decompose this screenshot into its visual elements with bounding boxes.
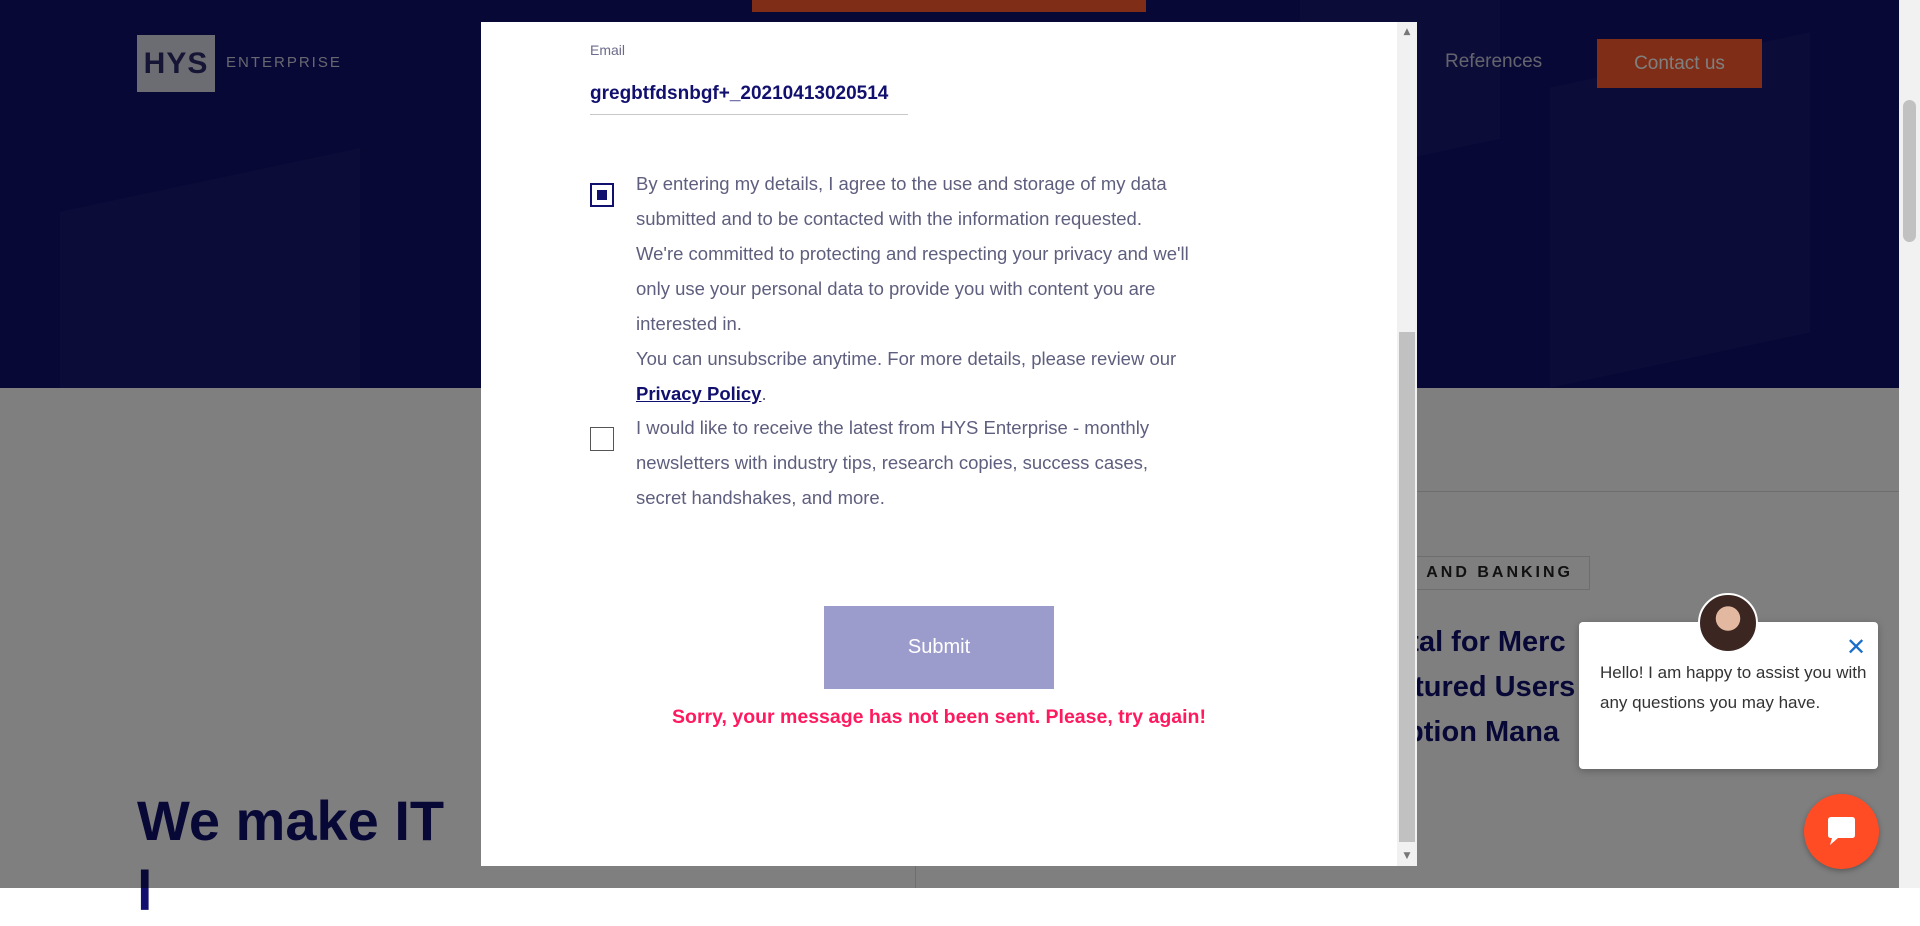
- consent-line: interested in.: [636, 313, 742, 334]
- agent-avatar: [1698, 593, 1758, 653]
- close-icon[interactable]: ✕: [1845, 635, 1867, 659]
- privacy-policy-link[interactable]: Privacy Policy: [636, 383, 761, 404]
- submit-button[interactable]: Submit: [824, 606, 1054, 689]
- consent-line: only use your personal data to provide y…: [636, 278, 1156, 299]
- privacy-line: Privacy Policy.: [636, 376, 1276, 411]
- email-label: Email: [590, 42, 626, 58]
- newsletter-line: I would like to receive the latest from …: [636, 417, 1150, 438]
- modal-scrollbar-thumb[interactable]: [1399, 332, 1415, 842]
- chat-bubble-icon: [1828, 817, 1855, 845]
- newsletter-text: I would like to receive the latest from …: [636, 410, 1276, 515]
- email-field[interactable]: [590, 74, 908, 115]
- newsletter-line: secret handshakes, and more.: [636, 487, 885, 508]
- checkbox-checked-icon: [597, 190, 607, 200]
- contact-form-modal: Email By entering my details, I agree to…: [481, 22, 1417, 866]
- consent-line: You can unsubscribe anytime. For more de…: [636, 348, 1177, 369]
- scroll-down-arrow-icon[interactable]: ▼: [1397, 848, 1417, 864]
- newsletter-checkbox[interactable]: [590, 427, 614, 451]
- privacy-suffix: .: [761, 383, 767, 404]
- chat-greeting-text: Hello! I am happy to assist you with any…: [1600, 663, 1867, 712]
- modal-scrollbar[interactable]: ▲ ▼: [1397, 22, 1417, 866]
- page-scrollbar[interactable]: [1899, 0, 1920, 888]
- consent-checkbox[interactable]: [590, 183, 614, 207]
- consent-line: We're committed to protecting and respec…: [636, 243, 1189, 264]
- scroll-up-arrow-icon[interactable]: ▲: [1397, 24, 1417, 40]
- error-message: Sorry, your message has not been sent. P…: [672, 706, 1206, 728]
- newsletter-line: newsletters with industry tips, research…: [636, 452, 1149, 473]
- consent-line: By entering my details, I agree to the u…: [636, 173, 1167, 194]
- consent-line: submitted and to be contacted with the i…: [636, 208, 1142, 229]
- consent-text: By entering my details, I agree to the u…: [636, 166, 1276, 411]
- chat-launcher-button[interactable]: [1804, 794, 1879, 869]
- page-scrollbar-thumb[interactable]: [1903, 100, 1916, 242]
